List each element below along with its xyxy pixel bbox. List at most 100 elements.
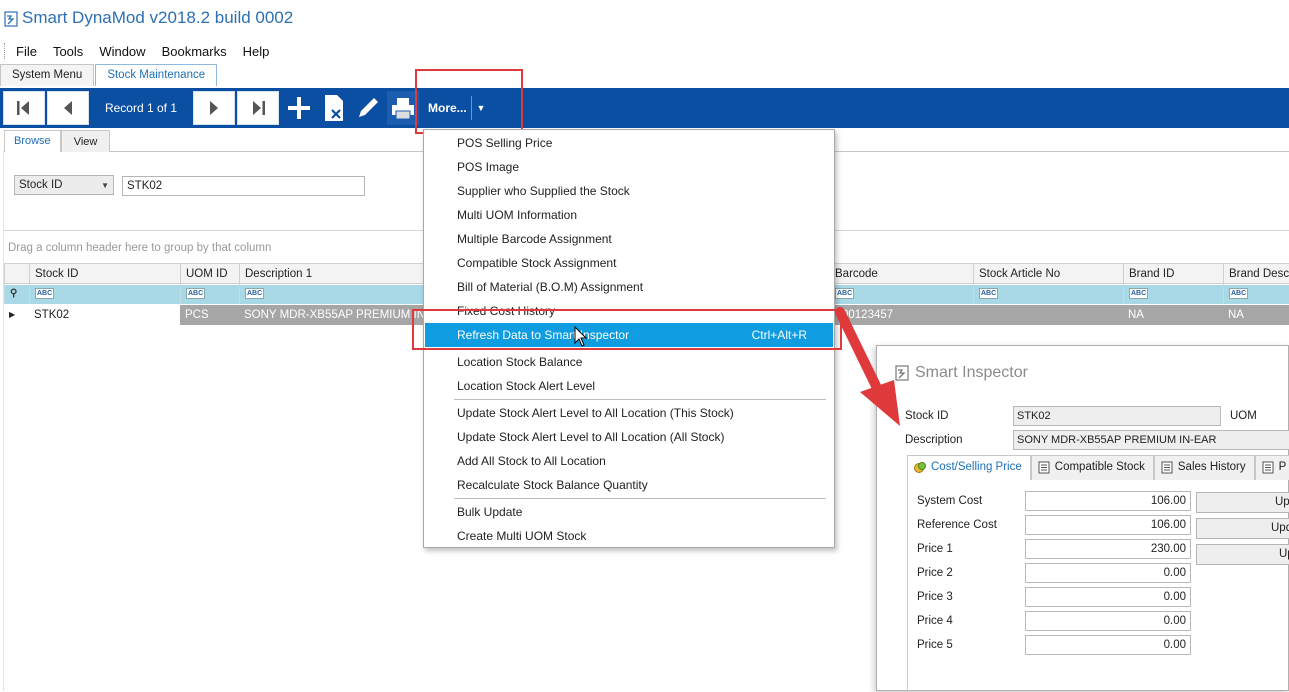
price-label: Price 1: [917, 543, 953, 555]
menu-item-update-alert-this[interactable]: Update Stock Alert Level to All Location…: [425, 401, 833, 425]
tab-browse[interactable]: Browse: [4, 130, 61, 152]
filter-pin-icon: ⚲: [4, 285, 29, 304]
menu-separator: [454, 399, 826, 400]
inspector-title: Smart Inspector: [915, 364, 1028, 381]
price-label: System Cost: [917, 495, 983, 507]
first-record-icon: [17, 101, 29, 115]
printer-icon: [392, 98, 414, 120]
menu-file[interactable]: File: [16, 44, 37, 59]
cell-brand-desc[interactable]: NA: [1223, 305, 1289, 325]
tab-system-menu[interactable]: System Menu: [0, 64, 95, 86]
menu-item-bom[interactable]: Bill of Material (B.O.M) Assignment: [425, 275, 833, 299]
menu-bookmarks[interactable]: Bookmarks: [162, 44, 227, 59]
menu-item-update-alert-all[interactable]: Update Stock Alert Level to All Location…: [425, 425, 833, 449]
filter-abc-icon: ABC: [35, 288, 55, 299]
uom-label: UOM: [1230, 410, 1257, 422]
filter-cell-article[interactable]: ABC: [973, 285, 1123, 304]
filter-abc-icon: ABC: [979, 288, 999, 299]
cell-brand-id[interactable]: NA: [1123, 305, 1223, 325]
app-logo-icon: [4, 11, 18, 27]
menu-item-location-stock-balance[interactable]: Location Stock Balance: [425, 350, 833, 374]
filter-value-input[interactable]: STK02: [122, 176, 365, 196]
description-label: Description: [905, 434, 963, 446]
document-list-icon: [1161, 461, 1173, 474]
add-button[interactable]: [283, 91, 315, 125]
menu-item-supplier[interactable]: Supplier who Supplied the Stock: [425, 179, 833, 203]
stock-id-field[interactable]: STK02: [1013, 406, 1221, 426]
toolbar: Record 1 of 1 More... ▼: [0, 88, 1289, 128]
filter-cell-uom[interactable]: ABC: [180, 285, 239, 304]
first-record-button[interactable]: [3, 91, 45, 125]
plus-icon: [288, 97, 310, 119]
tab-cost-selling-price[interactable]: Cost/Selling Price: [907, 455, 1031, 480]
last-record-button[interactable]: [237, 91, 279, 125]
menu-item-refresh-smart-inspector[interactable]: Refresh Data to Smart Inspector Ctrl+Alt…: [425, 323, 833, 347]
column-brand-id[interactable]: Brand ID: [1123, 264, 1223, 285]
price-value[interactable]: 230.00: [1025, 539, 1191, 559]
menu-item-fixed-cost-history[interactable]: Fixed Cost History: [425, 299, 833, 323]
column-barcode[interactable]: Barcode: [829, 264, 973, 285]
cell-article[interactable]: [973, 305, 1123, 325]
menu-item-pos-image[interactable]: POS Image: [425, 155, 833, 179]
tab-label: Cost/Selling Price: [931, 461, 1022, 473]
price-value[interactable]: 0.00: [1025, 611, 1191, 631]
update-button-3[interactable]: Up: [1196, 544, 1289, 565]
filter-cell-brand-id[interactable]: ABC: [1123, 285, 1223, 304]
menu-tools[interactable]: Tools: [53, 44, 83, 59]
tab-compatible-stock[interactable]: Compatible Stock: [1030, 455, 1154, 480]
menu-item-pos-selling-price[interactable]: POS Selling Price: [425, 131, 833, 155]
document-tabs: System Menu Stock Maintenance: [0, 64, 218, 86]
price-value[interactable]: 106.00: [1025, 515, 1191, 535]
menu-item-add-all-stock[interactable]: Add All Stock to All Location: [425, 449, 833, 473]
menu-bar: File Tools Window Bookmarks Help: [0, 40, 1289, 62]
menu-item-location-alert-level[interactable]: Location Stock Alert Level: [425, 374, 833, 398]
edit-button[interactable]: [352, 91, 384, 125]
column-stock-article-no[interactable]: Stock Article No: [973, 264, 1123, 285]
price-value[interactable]: 0.00: [1025, 563, 1191, 583]
record-indicator: Record 1 of 1: [104, 101, 178, 115]
filter-cell-brand-desc[interactable]: ABC: [1223, 285, 1289, 304]
filter-field-label: Stock ID: [19, 179, 63, 191]
column-brand-description[interactable]: Brand Description: [1223, 264, 1289, 285]
filter-field-select[interactable]: Stock ID ▼: [14, 175, 114, 195]
cell-uom[interactable]: PCS: [180, 305, 239, 325]
delete-document-icon: [325, 95, 343, 121]
tab-partial[interactable]: P: [1254, 455, 1289, 480]
previous-record-button[interactable]: [47, 91, 89, 125]
menu-item-create-multi-uom[interactable]: Create Multi UOM Stock: [425, 524, 833, 548]
filter-cell-stock-id[interactable]: ABC: [29, 285, 180, 304]
tab-sales-history[interactable]: Sales History: [1153, 455, 1255, 480]
column-stock-id[interactable]: Stock ID: [29, 264, 180, 285]
menu-item-compatible-stock[interactable]: Compatible Stock Assignment: [425, 251, 833, 275]
menu-grip: [4, 43, 6, 59]
print-button[interactable]: [387, 91, 419, 125]
next-record-button[interactable]: [193, 91, 235, 125]
menu-help[interactable]: Help: [243, 44, 270, 59]
update-button-1[interactable]: Upd: [1196, 492, 1289, 513]
update-button-2[interactable]: Upda: [1196, 518, 1289, 539]
menu-item-multiple-barcode[interactable]: Multiple Barcode Assignment: [425, 227, 833, 251]
price-label: Reference Cost: [917, 519, 997, 531]
cell-stock-id[interactable]: STK02: [29, 305, 180, 325]
delete-button[interactable]: [318, 91, 350, 125]
tab-view[interactable]: View: [60, 130, 111, 152]
price-value[interactable]: 0.00: [1025, 635, 1191, 655]
price-value[interactable]: 106.00: [1025, 491, 1191, 511]
annotation-arrow-icon: [835, 307, 900, 426]
app-title: Smart DynaMod v2018.2 build 0002: [22, 8, 294, 27]
tab-stock-maintenance[interactable]: Stock Maintenance: [95, 64, 218, 86]
price-value[interactable]: 0.00: [1025, 587, 1191, 607]
filter-abc-icon: ABC: [1229, 288, 1249, 299]
next-icon: [210, 101, 218, 115]
chevron-down-icon[interactable]: ▼: [472, 103, 490, 113]
menu-item-bulk-update[interactable]: Bulk Update: [425, 500, 833, 524]
more-button[interactable]: More... ▼: [420, 91, 490, 125]
title-bar: Smart DynaMod v2018.2 build 0002: [0, 0, 1289, 40]
menu-item-multi-uom[interactable]: Multi UOM Information: [425, 203, 833, 227]
price-label: Price 4: [917, 615, 953, 627]
tab-label: Sales History: [1177, 461, 1246, 473]
description-field[interactable]: SONY MDR-XB55AP PREMIUM IN-EAR: [1013, 430, 1289, 450]
menu-item-recalculate[interactable]: Recalculate Stock Balance Quantity: [425, 473, 833, 497]
menu-window[interactable]: Window: [99, 44, 145, 59]
column-uom-id[interactable]: UOM ID: [180, 264, 239, 285]
